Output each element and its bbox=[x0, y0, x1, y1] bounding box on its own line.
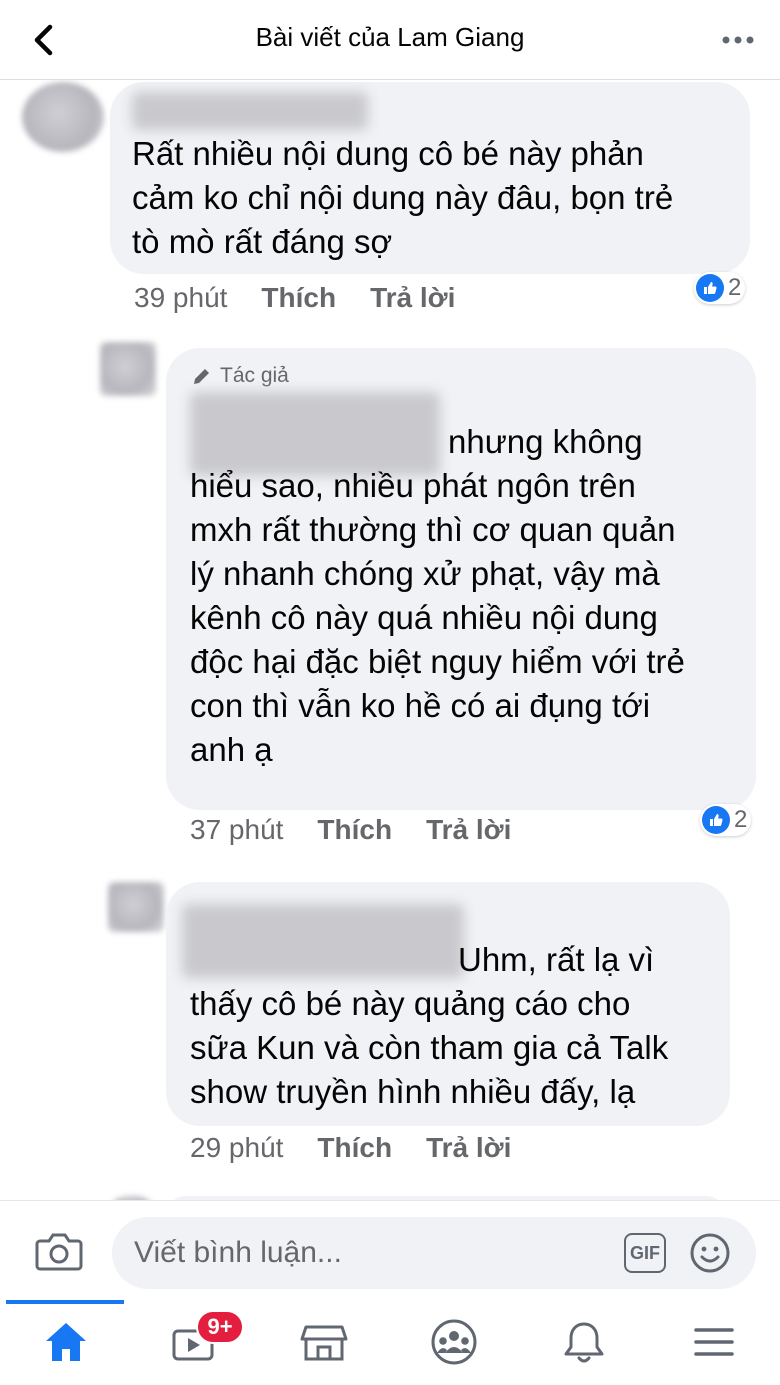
like-button[interactable]: Thích bbox=[261, 282, 336, 314]
avatar[interactable] bbox=[108, 882, 164, 932]
notification-badge: 9+ bbox=[196, 1310, 244, 1344]
comment-composer: GIF bbox=[0, 1200, 780, 1300]
top-bar: Bài viết của Lam Giang bbox=[0, 0, 780, 80]
comment-actions: 39 phút Thích Trả lời bbox=[134, 282, 455, 314]
gif-button[interactable]: GIF bbox=[624, 1233, 666, 1273]
like-button[interactable]: Thích bbox=[317, 814, 392, 846]
comment-bubble: Rất nhiều nội dung cô bé này phản cảm ko… bbox=[110, 82, 750, 274]
more-horizontal-icon bbox=[722, 36, 754, 44]
reply-button[interactable]: Trả lời bbox=[370, 282, 455, 314]
more-options-button[interactable] bbox=[714, 18, 762, 62]
comment-time[interactable]: 39 phút bbox=[134, 282, 227, 314]
comment-actions: 37 phút Thích Trả lời bbox=[190, 814, 511, 846]
comment-text: Uhm, rất lạ vì thấy cô bé này quảng cáo … bbox=[190, 941, 669, 1110]
avatar[interactable] bbox=[100, 342, 156, 396]
comment-time[interactable]: 29 phút bbox=[190, 1132, 283, 1164]
reaction-count: 2 bbox=[734, 806, 748, 833]
comment-bubble: Tác giả nhưng không hiểu sao, nhiều phát… bbox=[166, 348, 756, 810]
emoji-icon bbox=[690, 1233, 730, 1273]
comment-time[interactable]: 37 phút bbox=[190, 814, 283, 846]
nav-menu[interactable] bbox=[684, 1314, 744, 1370]
camera-icon bbox=[35, 1233, 83, 1271]
nav-notifications[interactable] bbox=[554, 1314, 614, 1370]
reaction-count: 2 bbox=[728, 274, 742, 301]
reply-button[interactable]: Trả lời bbox=[426, 814, 511, 846]
home-icon bbox=[46, 1323, 86, 1361]
pencil-icon bbox=[194, 369, 209, 384]
nav-groups[interactable] bbox=[424, 1314, 484, 1370]
marketplace-icon bbox=[300, 1325, 348, 1361]
comment-list: Rất nhiều nội dung cô bé này phản cảm ko… bbox=[0, 80, 780, 1200]
reaction-summary[interactable]: 2 bbox=[694, 272, 746, 304]
camera-button[interactable] bbox=[34, 1229, 84, 1273]
emoji-button[interactable] bbox=[688, 1231, 732, 1275]
comment-actions: 29 phút Thích Trả lời bbox=[190, 1132, 511, 1164]
active-tab-indicator bbox=[6, 1300, 124, 1304]
groups-icon bbox=[431, 1319, 477, 1365]
like-reaction-icon bbox=[696, 274, 724, 302]
reaction-summary[interactable]: 2 bbox=[700, 804, 752, 836]
like-button[interactable]: Thích bbox=[317, 1132, 392, 1164]
author-badge: Tác giả bbox=[190, 364, 289, 388]
nav-marketplace[interactable] bbox=[294, 1314, 354, 1370]
reply-button[interactable]: Trả lời bbox=[426, 1132, 511, 1164]
bottom-nav: 9+ bbox=[0, 1300, 780, 1385]
comment-bubble: Uhm, rất lạ vì thấy cô bé này quảng cáo … bbox=[166, 882, 730, 1126]
page-title: Bài viết của Lam Giang bbox=[255, 22, 525, 52]
bell-icon bbox=[564, 1322, 604, 1363]
comment-text: Rất nhiều nội dung cô bé này phản cảm ko… bbox=[132, 135, 674, 260]
nav-home[interactable] bbox=[36, 1314, 96, 1370]
comment-text: nhưng không hiểu sao, nhiều phát ngôn tr… bbox=[190, 423, 685, 768]
like-reaction-icon bbox=[702, 806, 730, 834]
commenter-name[interactable] bbox=[132, 92, 368, 130]
menu-icon bbox=[694, 1328, 734, 1356]
avatar[interactable] bbox=[22, 82, 104, 152]
